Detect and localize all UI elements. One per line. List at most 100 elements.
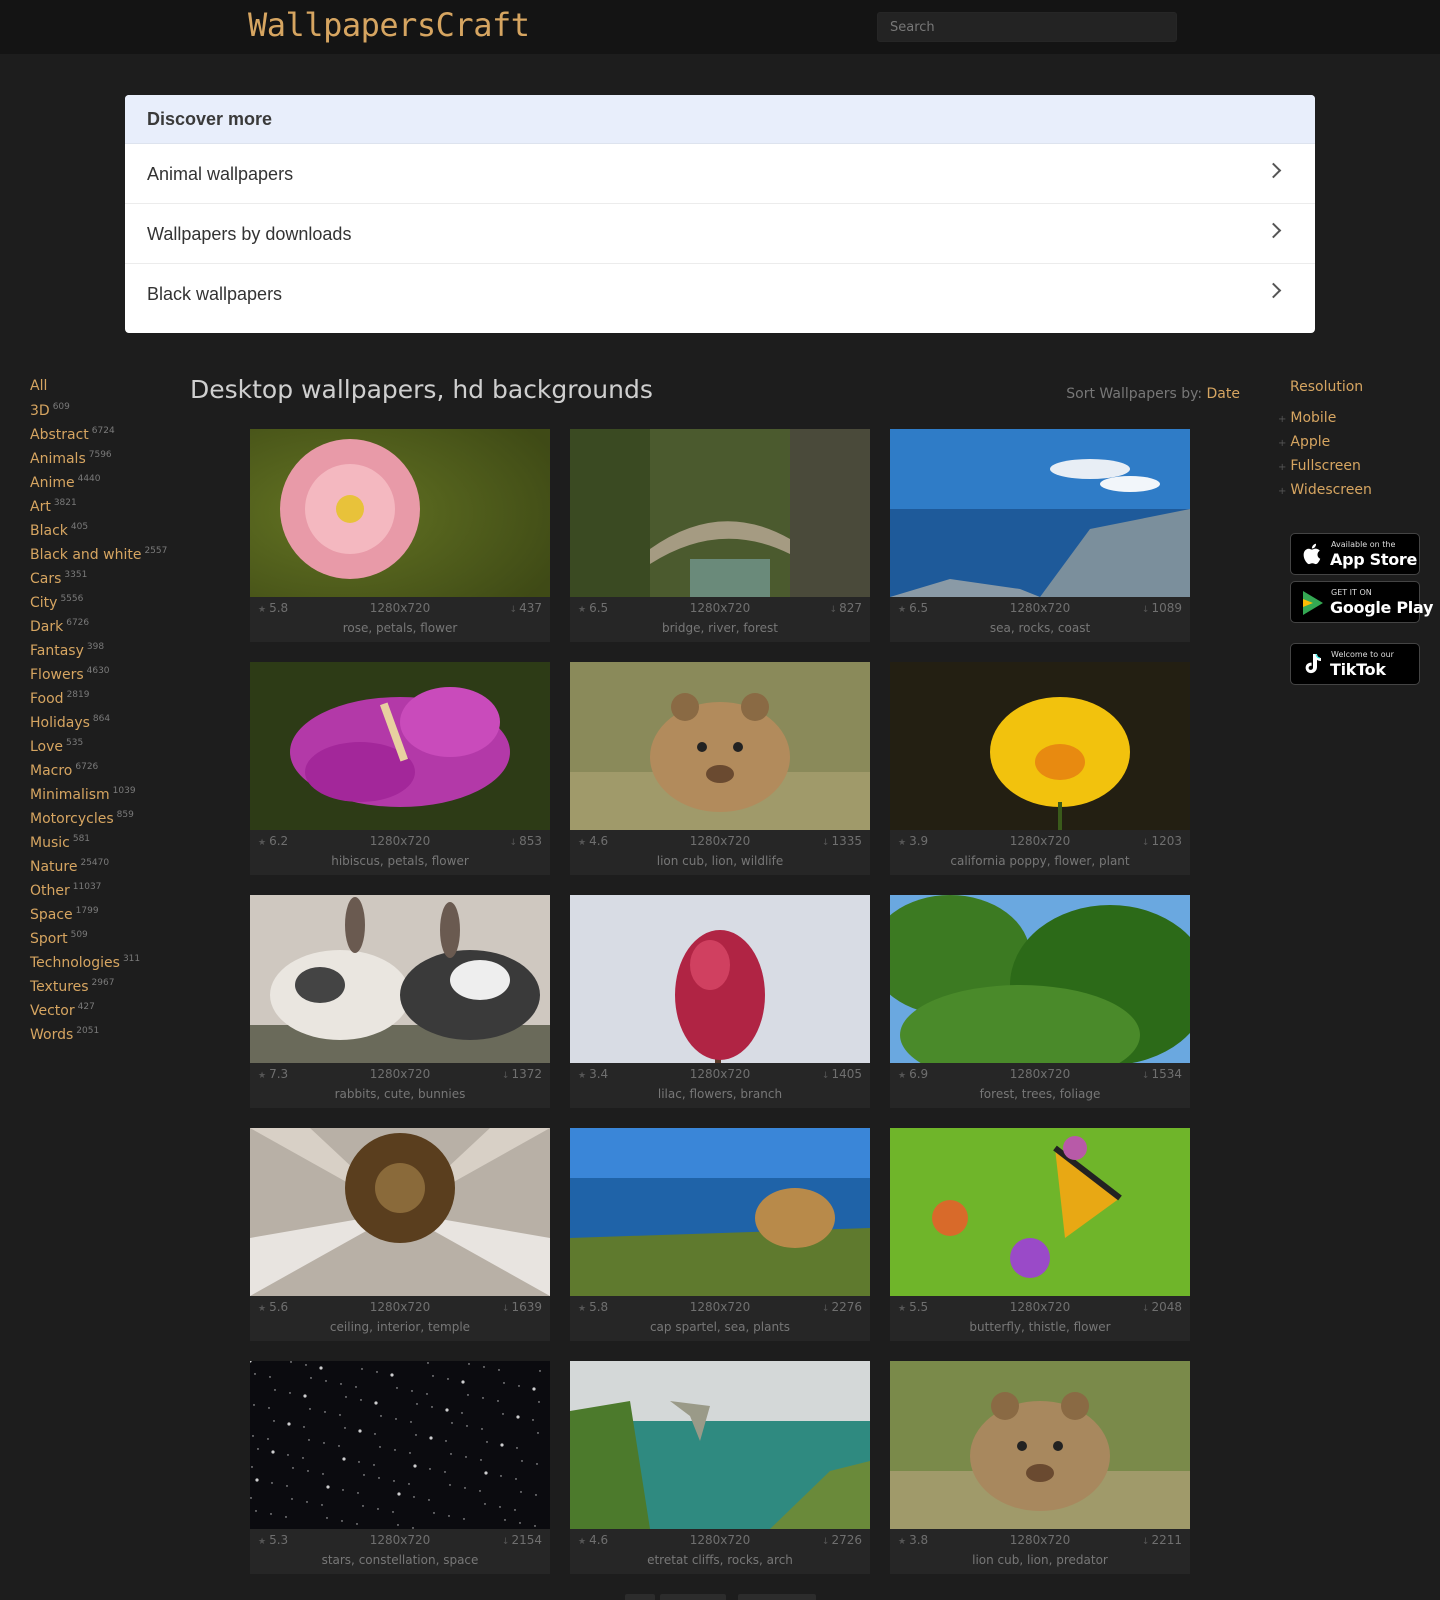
category-link[interactable]: Music 581 — [30, 834, 167, 858]
site-logo[interactable]: WallpapersCraft — [248, 6, 530, 44]
category-link[interactable]: Words 2051 — [30, 1026, 167, 1050]
wallpaper-downloads: ↓ 1203 — [1142, 834, 1182, 848]
category-link[interactable]: Love 535 — [30, 738, 167, 762]
app-store-badge[interactable]: Available on the App Store — [1290, 533, 1420, 575]
wallpaper-card[interactable]: ★ 6.5 1280x720 ↓ 827 bridge, river, forest — [570, 429, 870, 642]
category-link[interactable]: Other 11037 — [30, 882, 167, 906]
pagination-prev[interactable] — [625, 1594, 655, 1600]
wallpaper-resolution: 1280x720 — [689, 601, 751, 615]
wallpaper-card[interactable]: ★ 4.6 1280x720 ↓ 2726 etretat cliffs, rock… — [570, 1361, 870, 1574]
category-link[interactable]: Holidays 864 — [30, 714, 167, 738]
wallpaper-card[interactable]: ★ 3.4 1280x720 ↓ 1405 lilac, flowers, bran… — [570, 895, 870, 1108]
category-link[interactable]: Space 1799 — [30, 906, 167, 930]
discover-item-animal-wallpapers[interactable]: Animal wallpapers — [125, 144, 1315, 204]
discover-item-label: Animal wallpapers — [147, 164, 294, 184]
wallpaper-thumbnail[interactable] — [250, 1361, 550, 1529]
category-link[interactable]: Art 3821 — [30, 498, 167, 522]
category-link[interactable]: Dark 6726 — [30, 618, 167, 642]
wallpaper-thumbnail[interactable] — [570, 1361, 870, 1529]
category-link[interactable]: Macro 6726 — [30, 762, 167, 786]
wallpaper-thumbnail[interactable] — [250, 1128, 550, 1296]
wallpaper-thumbnail[interactable] — [570, 1128, 870, 1296]
wallpaper-thumbnail[interactable] — [250, 662, 550, 830]
wallpaper-card[interactable]: ★ 3.9 1280x720 ↓ 1203 california poppy, fl… — [890, 662, 1190, 875]
category-link[interactable]: Animals 7596 — [30, 450, 167, 474]
wallpaper-card[interactable]: ★ 3.8 1280x720 ↓ 2211 lion cub, lion, pred… — [890, 1361, 1190, 1574]
category-link[interactable]: City 5556 — [30, 594, 167, 618]
category-link[interactable]: 3D 609 — [30, 402, 167, 426]
category-label: Food — [30, 691, 64, 707]
category-link[interactable]: Cars 3351 — [30, 570, 167, 594]
pagination-page[interactable] — [660, 1594, 726, 1600]
category-label: Words — [30, 1027, 74, 1043]
wallpaper-card[interactable]: ★ 6.2 1280x720 ↓ 853 hibiscus, petals, flo… — [250, 662, 550, 875]
category-link[interactable]: Textures 2967 — [30, 978, 167, 1002]
category-link[interactable]: Food 2819 — [30, 690, 167, 714]
download-icon: ↓ — [501, 1537, 510, 1547]
wallpaper-thumbnail[interactable] — [250, 895, 550, 1063]
wallpaper-thumbnail[interactable] — [890, 429, 1190, 597]
wallpaper-card[interactable]: ★ 5.8 1280x720 ↓ 437 rose, petals, flower — [250, 429, 550, 642]
category-link[interactable]: Motorcycles 859 — [30, 810, 167, 834]
pagination-next[interactable] — [738, 1594, 816, 1600]
wallpaper-thumbnail[interactable] — [570, 662, 870, 830]
search-input[interactable] — [877, 12, 1177, 42]
wallpaper-card[interactable]: ★ 5.3 1280x720 ↓ 2154 stars, constellation… — [250, 1361, 550, 1574]
category-link[interactable]: Sport 509 — [30, 930, 167, 954]
tiktok-badge[interactable]: Welcome to our TikTok — [1290, 643, 1420, 685]
wallpaper-thumbnail[interactable] — [250, 429, 550, 597]
category-label: Space — [30, 907, 73, 923]
category-all-link[interactable]: All — [30, 378, 167, 394]
wallpaper-card[interactable]: ★ 4.6 1280x720 ↓ 1335 lion cub, lion, wild… — [570, 662, 870, 875]
wallpaper-resolution: 1280x720 — [369, 601, 431, 615]
sort-control: Sort Wallpapers by: Date — [1066, 386, 1240, 402]
wallpaper-card[interactable]: ★ 6.9 1280x720 ↓ 1534 forest, trees, folia… — [890, 895, 1190, 1108]
resolution-link[interactable]: + Mobile — [1278, 410, 1372, 434]
wallpaper-thumbnail[interactable] — [570, 429, 870, 597]
discover-item-wallpapers-by-downloads[interactable]: Wallpapers by downloads — [125, 204, 1315, 264]
wallpaper-thumbnail[interactable] — [890, 1128, 1190, 1296]
category-link[interactable]: Vector 427 — [30, 1002, 167, 1026]
google-play-badge[interactable]: GET IT ON Google Play — [1290, 581, 1433, 623]
page-title: Desktop wallpapers, hd backgrounds — [190, 375, 653, 404]
site-header: WallpapersCraft — [0, 0, 1440, 54]
resolution-title[interactable]: Resolution — [1290, 379, 1363, 395]
downloads-value: 827 — [839, 601, 862, 615]
category-link[interactable]: Technologies 311 — [30, 954, 167, 978]
downloads-value: 2154 — [511, 1533, 542, 1547]
category-link[interactable]: Abstract 6724 — [30, 426, 167, 450]
category-label: Animals — [30, 451, 86, 467]
wallpaper-thumbnail[interactable] — [890, 1361, 1190, 1529]
wallpaper-downloads: ↓ 2211 — [1142, 1533, 1182, 1547]
category-link[interactable]: Anime 4440 — [30, 474, 167, 498]
wallpaper-meta: ★ 3.4 1280x720 ↓ 1405 — [570, 1063, 870, 1085]
plus-icon: + — [1278, 462, 1287, 473]
wallpaper-thumbnail[interactable] — [890, 662, 1190, 830]
wallpaper-thumbnail[interactable] — [570, 895, 870, 1063]
downloads-value: 1405 — [831, 1067, 862, 1081]
wallpaper-card[interactable]: ★ 5.5 1280x720 ↓ 2048 butterfly, thistle, … — [890, 1128, 1190, 1341]
app-store-small-text: Available on the — [1331, 540, 1396, 549]
wallpaper-card[interactable]: ★ 7.3 1280x720 ↓ 1372 rabbits, cute, bunni… — [250, 895, 550, 1108]
discover-more-panel: Discover more Animal wallpapers Wallpape… — [125, 95, 1315, 333]
category-link[interactable]: Black and white 2557 — [30, 546, 167, 570]
resolution-link[interactable]: + Apple — [1278, 434, 1372, 458]
category-link[interactable]: Minimalism 1039 — [30, 786, 167, 810]
wallpaper-meta: ★ 5.8 1280x720 ↓ 437 — [250, 597, 550, 619]
resolution-link[interactable]: + Fullscreen — [1278, 458, 1372, 482]
wallpaper-card[interactable]: ★ 5.6 1280x720 ↓ 1639 ceiling, interior, t… — [250, 1128, 550, 1341]
resolution-label: Mobile — [1290, 410, 1337, 426]
category-link[interactable]: Fantasy 398 — [30, 642, 167, 666]
category-link[interactable]: Nature 25470 — [30, 858, 167, 882]
wallpaper-thumbnail[interactable] — [890, 895, 1190, 1063]
downloads-value: 2211 — [1151, 1533, 1182, 1547]
sort-by-date-link[interactable]: Date — [1207, 386, 1240, 402]
resolution-link[interactable]: + Widescreen — [1278, 482, 1372, 506]
wallpaper-card[interactable]: ★ 6.5 1280x720 ↓ 1089 sea, rocks, coast — [890, 429, 1190, 642]
wallpaper-card[interactable]: ★ 5.8 1280x720 ↓ 2276 cap spartel, sea, pl… — [570, 1128, 870, 1341]
category-link[interactable]: Flowers 4630 — [30, 666, 167, 690]
discover-item-label: Black wallpapers — [147, 284, 283, 304]
category-link[interactable]: Black 405 — [30, 522, 167, 546]
discover-item-black-wallpapers[interactable]: Black wallpapers — [125, 264, 1315, 324]
category-count: 4440 — [77, 474, 101, 484]
